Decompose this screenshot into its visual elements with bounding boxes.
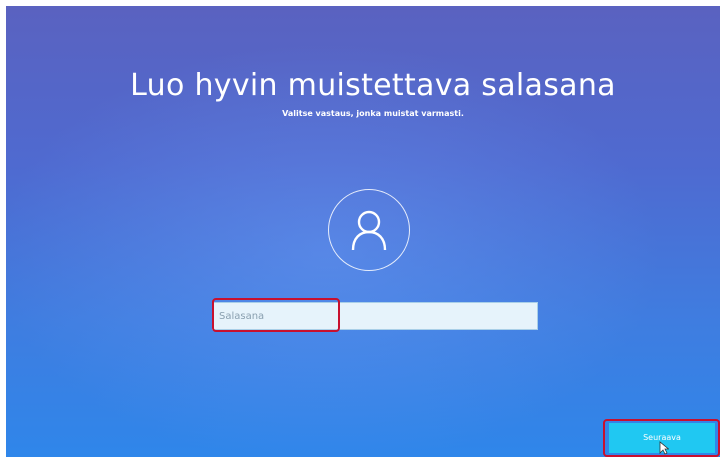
- user-icon: [351, 210, 387, 251]
- page-title: Luo hyvin muistettava salasana: [130, 68, 616, 103]
- password-input[interactable]: [212, 302, 538, 330]
- mouse-pointer-icon: [659, 441, 669, 455]
- user-avatar: [328, 189, 410, 271]
- page-subtitle: Valitse vastaus, jonka muistat varmasti.: [282, 109, 464, 118]
- setup-screen: Luo hyvin muistettava salasana Valitse v…: [6, 6, 720, 457]
